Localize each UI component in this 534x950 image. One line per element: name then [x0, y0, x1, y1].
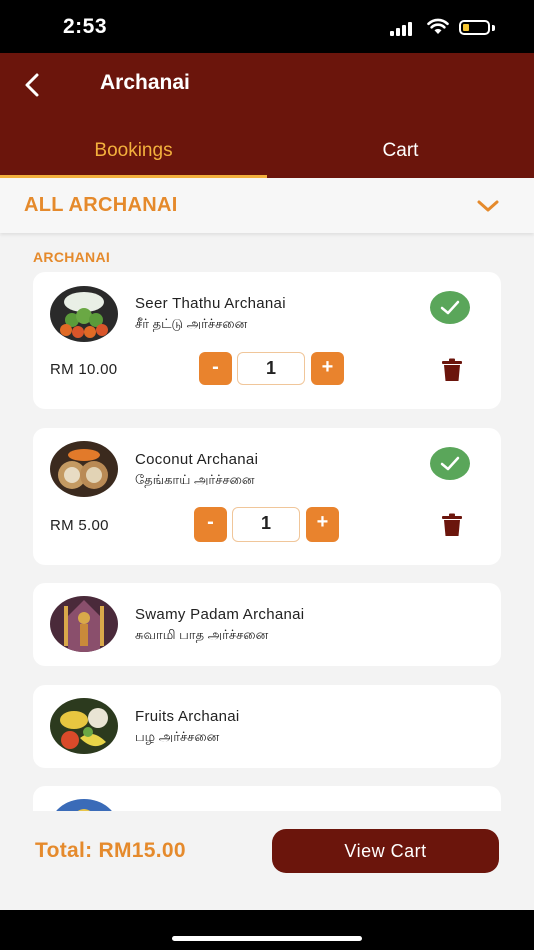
item-tamil-name: தேங்காய் அர்ச்சனை [135, 472, 255, 487]
app-header: Archanai Bookings Cart [0, 53, 534, 178]
home-indicator-area [0, 910, 534, 950]
increase-quantity-button[interactable]: + [306, 507, 339, 542]
chevron-down-icon [477, 200, 499, 212]
battery-icon [459, 20, 490, 35]
archanai-item-card[interactable]: Swamy Padam Archanai சுவாமி பாத அர்ச்சனை [33, 583, 501, 666]
item-thumbnail [50, 286, 118, 342]
check-icon [440, 300, 460, 315]
decrease-quantity-button[interactable]: - [199, 352, 232, 385]
checkout-bar: Total: RM15.00 View Cart [0, 811, 534, 910]
item-name: Seer Thathu Archanai [135, 295, 286, 312]
decrease-quantity-button[interactable]: - [194, 507, 227, 542]
page-title: Archanai [100, 71, 190, 94]
item-tamil-name: பழ அர்ச்சனை [135, 729, 220, 744]
item-name: Coconut Archanai [135, 451, 259, 468]
back-arrow-icon[interactable] [20, 71, 44, 99]
trash-icon[interactable] [441, 513, 463, 537]
home-indicator[interactable] [172, 936, 362, 941]
battery-tip [492, 25, 495, 31]
tab-bookings[interactable]: Bookings [0, 131, 267, 178]
tab-cart[interactable]: Cart [267, 131, 534, 178]
section-label: ARCHANAI [33, 249, 111, 265]
trash-icon[interactable] [441, 358, 463, 382]
selected-check-button[interactable] [430, 447, 470, 480]
wifi-icon [427, 18, 449, 34]
filter-label: ALL ARCHANAI [24, 194, 178, 216]
item-tamil-name: சீர் தட்டு அர்ச்சனை [135, 316, 248, 331]
item-price: RM 10.00 [50, 361, 118, 378]
item-name: Swamy Padam Archanai [135, 606, 305, 623]
item-thumbnail [50, 596, 118, 652]
quantity-field[interactable]: 1 [237, 352, 305, 385]
status-bar: 2:53 [0, 0, 534, 53]
cellular-signal-icon [390, 22, 416, 36]
item-name: Fruits Archanai [135, 708, 240, 725]
archanai-item-card: Coconut Archanai தேங்காய் அர்ச்சனை RM 5.… [33, 428, 501, 565]
check-icon [440, 456, 460, 471]
increase-quantity-button[interactable]: + [311, 352, 344, 385]
item-thumbnail [50, 698, 118, 754]
archanai-item-card[interactable]: Fruits Archanai பழ அர்ச்சனை [33, 685, 501, 768]
selected-check-button[interactable] [430, 291, 470, 324]
quantity-field[interactable]: 1 [232, 507, 300, 542]
view-cart-button[interactable]: View Cart [272, 829, 499, 873]
item-thumbnail [50, 441, 118, 497]
total-amount: Total: RM15.00 [35, 839, 186, 862]
archanai-filter-dropdown[interactable]: ALL ARCHANAI [0, 178, 534, 233]
archanai-item-card: Seer Thathu Archanai சீர் தட்டு அர்ச்சனை… [33, 272, 501, 409]
status-time: 2:53 [63, 15, 108, 38]
item-tamil-name: சுவாமி பாத அர்ச்சனை [135, 627, 269, 642]
item-price: RM 5.00 [50, 517, 109, 534]
